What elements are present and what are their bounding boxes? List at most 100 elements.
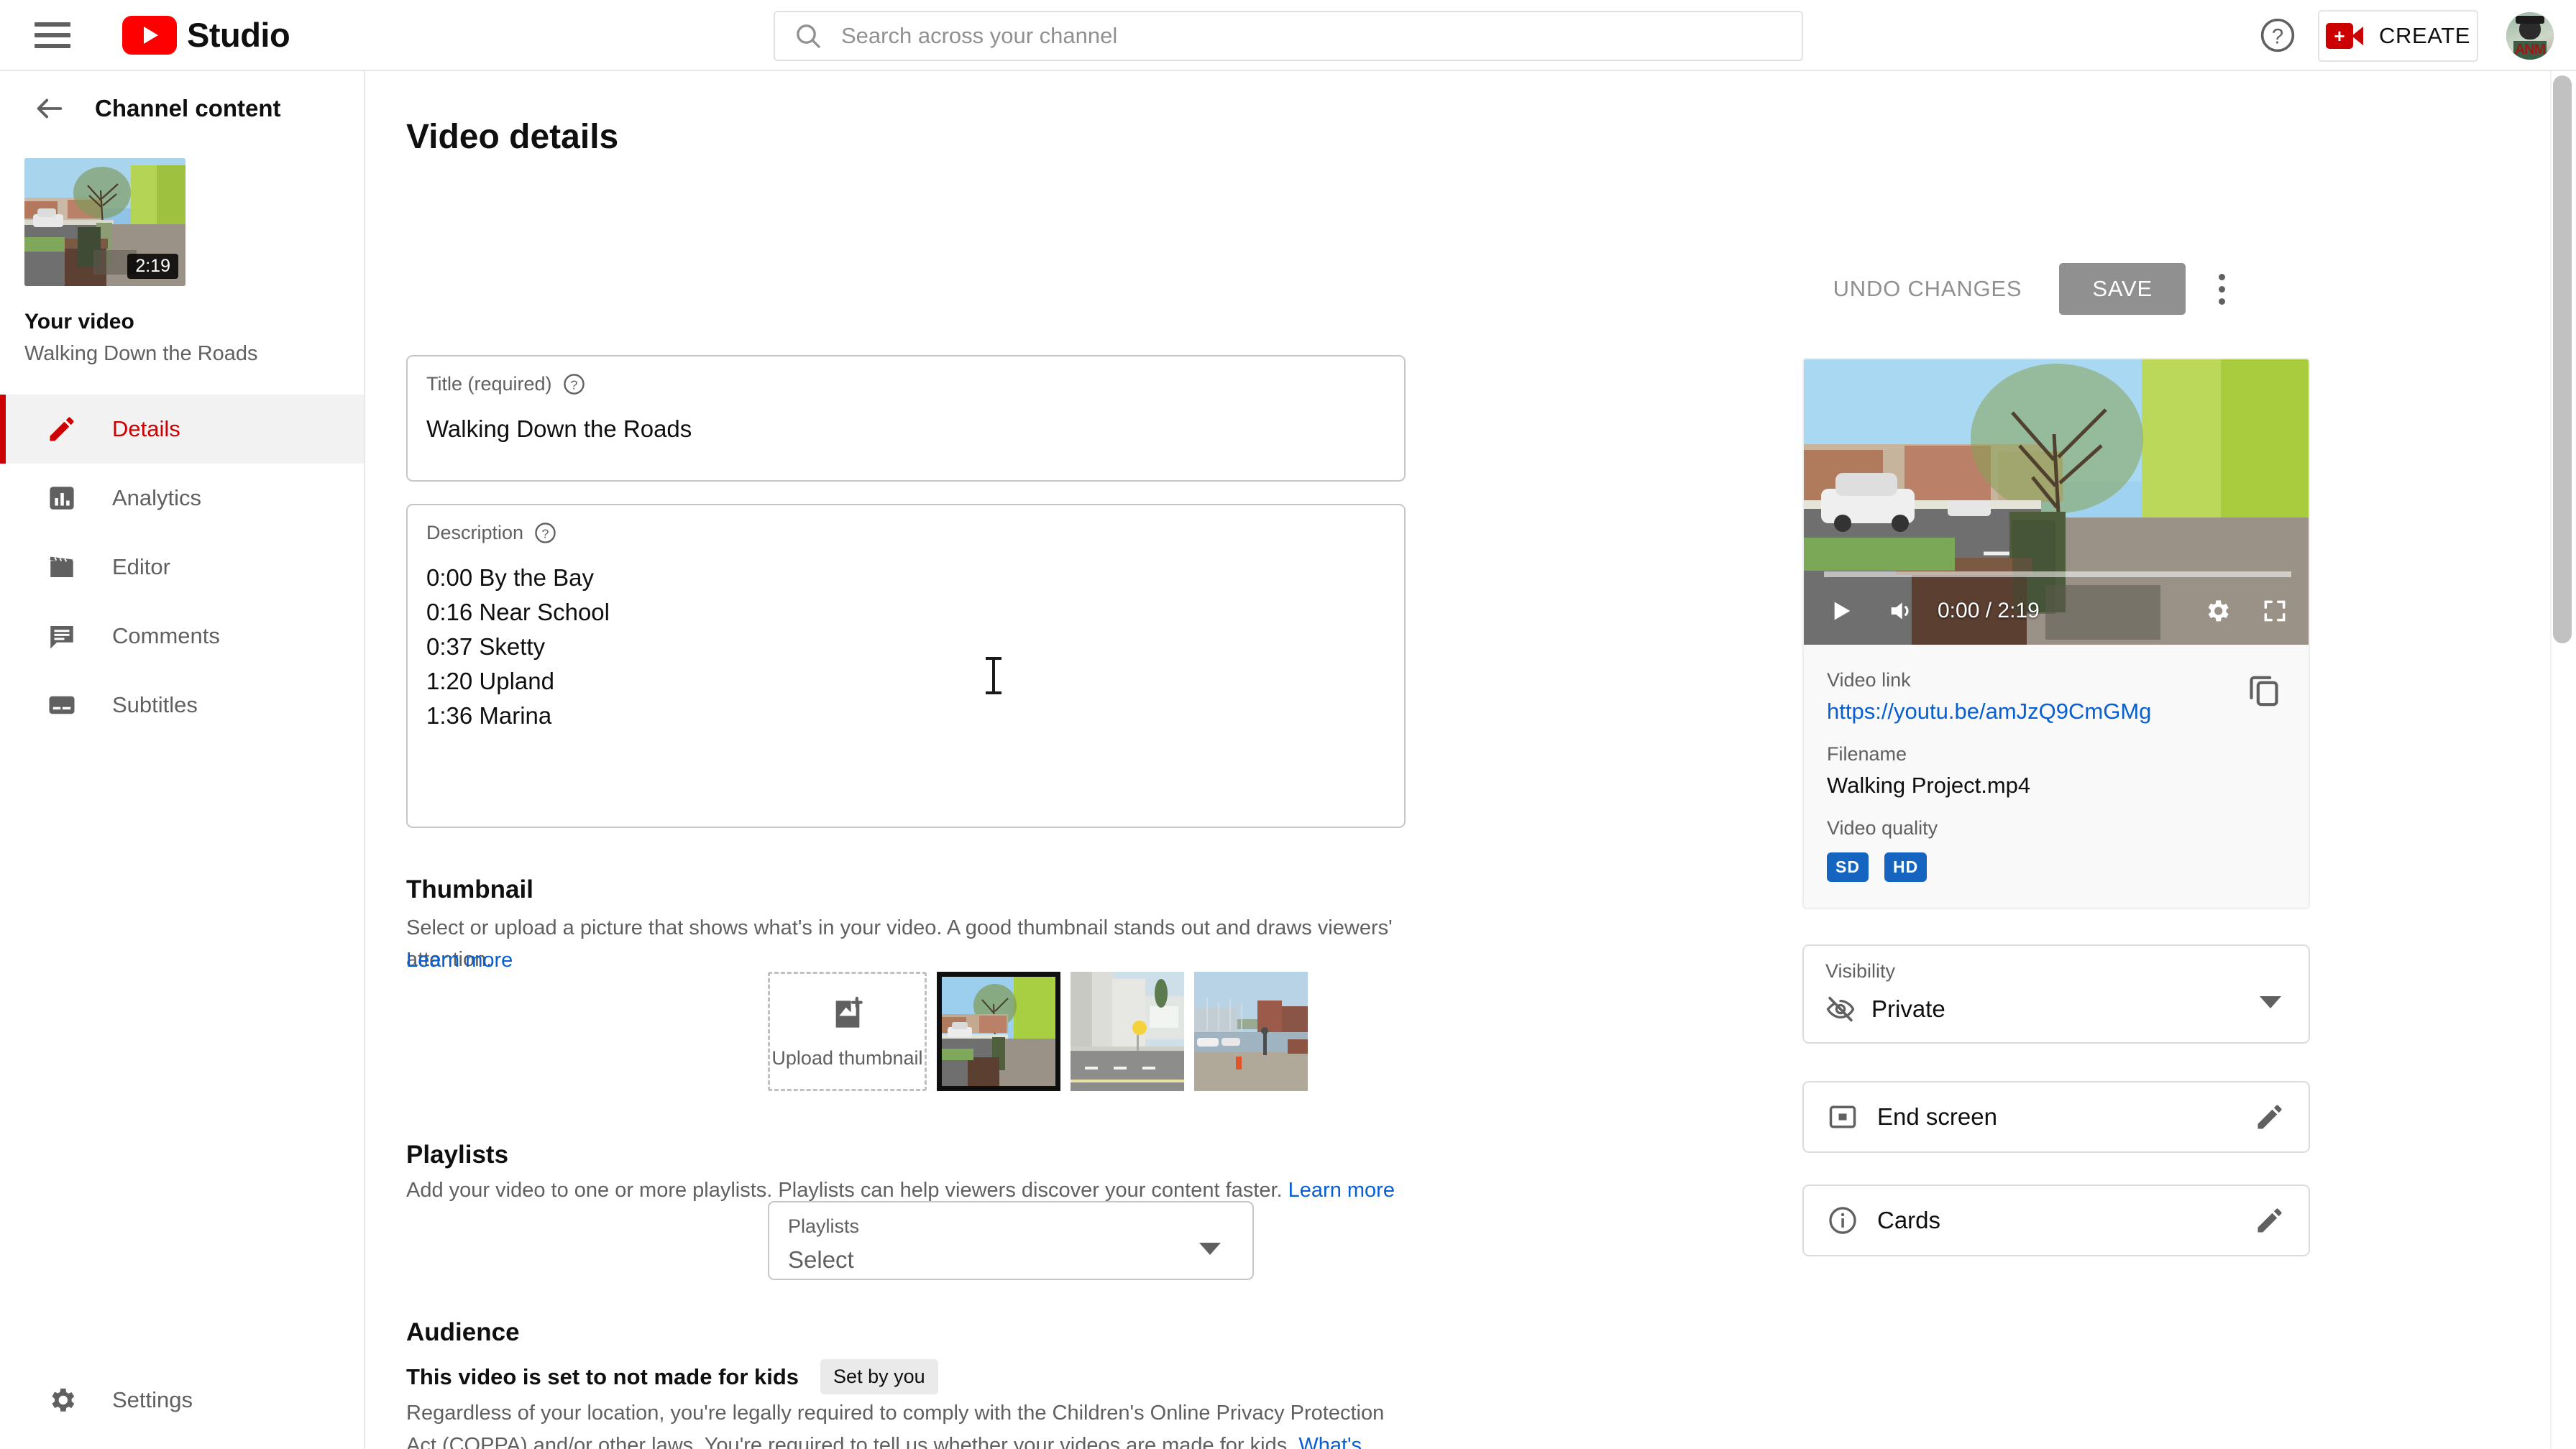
page-scrollbar[interactable] xyxy=(2550,71,2576,1449)
chevron-down-icon xyxy=(2260,996,2281,1008)
sidebar-item-editor[interactable]: Editor xyxy=(0,533,364,602)
seek-bar[interactable] xyxy=(1824,571,2291,577)
description-field[interactable]: Description ? 0:00 By the Bay 0:16 Near … xyxy=(406,504,1406,828)
description-input-value: 0:00 By the Bay 0:16 Near School 0:37 Sk… xyxy=(426,564,610,729)
title-label-text: Title (required) xyxy=(426,373,552,395)
your-video-label: Your video xyxy=(24,310,134,334)
info-circle-icon xyxy=(1829,1207,1856,1234)
thumbnail-option-3[interactable] xyxy=(1194,972,1308,1091)
sidebar-item-comments[interactable]: Comments xyxy=(0,602,364,671)
visibility-value: Private xyxy=(1871,995,1945,1022)
end-screen-label: End screen xyxy=(1877,1103,1997,1130)
help-question-icon[interactable]: ? xyxy=(2258,16,2297,55)
audience-status-line: This video is set to not made for kids S… xyxy=(406,1359,938,1394)
search-icon xyxy=(797,24,820,48)
sidebar-item-details[interactable]: Details xyxy=(0,395,364,464)
description-label-text: Description xyxy=(426,522,524,543)
page-title: Video details xyxy=(406,118,619,156)
kebab-menu-icon[interactable] xyxy=(2201,269,2242,309)
pencil-icon[interactable] xyxy=(2254,1101,2286,1133)
playlists-learn-more-link[interactable]: Learn more xyxy=(1288,1179,1395,1202)
action-bar: UNDO CHANGES SAVE xyxy=(1813,263,2242,315)
play-icon[interactable] xyxy=(1823,593,1858,629)
upload-thumbnail-button[interactable]: Upload thumbnail xyxy=(768,972,927,1091)
thumbnail-learn-more-link[interactable]: Learn more xyxy=(406,944,513,976)
playlists-select-value: Select xyxy=(788,1246,854,1273)
filename-value: Walking Project.mp4 xyxy=(1827,773,2031,798)
sidebar-nav: Details Analytics Editor Comments Subtit… xyxy=(0,395,364,740)
youtube-play-logo-icon xyxy=(122,15,177,55)
sidebar-item-label: Settings xyxy=(112,1387,193,1412)
video-player[interactable]: 0:00 / 2:19 xyxy=(1804,359,2309,645)
thumbnail-option-1[interactable] xyxy=(937,972,1060,1091)
sidebar-item-analytics[interactable]: Analytics xyxy=(0,464,364,533)
building-road-thumbnail xyxy=(1071,972,1184,1091)
back-to-channel-content[interactable]: Channel content xyxy=(0,71,364,146)
youtube-studio-logo[interactable]: Studio xyxy=(122,15,290,55)
title-field[interactable]: Title (required) ? Walking Down the Road… xyxy=(406,355,1406,482)
hd-badge: HD xyxy=(1884,852,1928,882)
sidebar-item-label: Details xyxy=(112,416,180,441)
image-plus-icon xyxy=(835,996,863,1028)
gear-icon xyxy=(45,1383,79,1417)
gear-icon[interactable] xyxy=(2199,593,2235,629)
audience-kid-status: This video is set to not made for kids xyxy=(406,1363,799,1389)
end-screen-card[interactable]: End screen xyxy=(1802,1081,2310,1153)
chevron-down-icon xyxy=(1199,1243,1221,1255)
pencil-icon[interactable] xyxy=(2254,1205,2286,1236)
avatar[interactable]: ANM xyxy=(2506,12,2554,60)
coppa-notice: Regardless of your location, you're lega… xyxy=(406,1397,1413,1449)
sidebar-video-title: Walking Down the Roads xyxy=(24,342,258,365)
cards-card[interactable]: Cards xyxy=(1802,1184,2310,1256)
filename-label: Filename xyxy=(1827,743,1907,765)
create-button[interactable]: + CREATE xyxy=(2318,10,2478,62)
player-time: 0:00 / 2:19 xyxy=(1938,599,2040,622)
playlists-select[interactable]: Playlists Select xyxy=(768,1201,1254,1280)
title-input-value: Walking Down the Roads xyxy=(426,415,692,442)
thumbnail-option-2[interactable] xyxy=(1071,972,1184,1091)
sidebar-item-settings[interactable]: Settings xyxy=(0,1366,193,1435)
sidebar-item-label: Comments xyxy=(112,623,220,648)
fullscreen-icon[interactable] xyxy=(2257,593,2293,629)
playlists-select-label: Playlists xyxy=(788,1215,860,1237)
video-preview-card: 0:00 / 2:19 Video link https://youtu.be/… xyxy=(1802,358,2310,909)
playlists-section-title: Playlists xyxy=(406,1141,509,1169)
visibility-label: Visibility xyxy=(1825,960,1896,982)
video-meta: Video link https://youtu.be/amJzQ9CmGMg … xyxy=(1804,645,2309,882)
thumbnail-row: Upload thumbnail xyxy=(768,972,1308,1091)
svg-text:?: ? xyxy=(570,377,577,392)
visibility-select[interactable]: Visibility Private xyxy=(1802,944,2310,1044)
audience-section-title: Audience xyxy=(406,1318,520,1346)
search-placeholder: Search across your channel xyxy=(841,23,1118,48)
save-button[interactable]: SAVE xyxy=(2059,263,2186,315)
help-question-icon[interactable]: ? xyxy=(533,521,557,545)
undo-changes-button[interactable]: UNDO CHANGES xyxy=(1813,263,2043,315)
sidebar-item-label: Analytics xyxy=(112,485,202,510)
thumbnail-description: Select or upload a picture that shows wh… xyxy=(406,916,1393,971)
sidebar: Channel content 2:19 Your video Walking … xyxy=(0,71,365,1449)
search-input[interactable]: Search across your channel xyxy=(774,11,1803,61)
clapperboard-icon xyxy=(45,550,79,584)
hamburger-menu-icon[interactable] xyxy=(35,16,73,55)
video-link[interactable]: https://youtu.be/amJzQ9CmGMg xyxy=(1827,699,2286,724)
help-question-icon[interactable]: ? xyxy=(562,372,586,396)
youtube-studio-video-details-page: Studio Search across your channel ? + CR… xyxy=(0,0,2576,1449)
main-content: Video details UNDO CHANGES SAVE Title (r… xyxy=(367,71,2576,1449)
scrollbar-thumb[interactable] xyxy=(2553,75,2572,643)
video-link-label: Video link xyxy=(1827,669,1911,691)
cards-label: Cards xyxy=(1877,1207,1941,1233)
copy-icon[interactable] xyxy=(2244,668,2284,709)
sidebar-item-label: Subtitles xyxy=(112,692,198,717)
volume-icon[interactable] xyxy=(1883,593,1919,629)
comment-icon xyxy=(45,619,79,653)
sidebar-item-subtitles[interactable]: Subtitles xyxy=(0,671,364,740)
video-duration-badge: 2:19 xyxy=(127,254,178,279)
description-field-label: Description ? xyxy=(426,521,1385,545)
text-cursor xyxy=(986,657,1001,694)
street-scene-thumbnail xyxy=(942,977,1055,1086)
eye-off-icon xyxy=(1826,996,1855,1022)
studio-wordmark: Studio xyxy=(187,16,290,54)
breadcrumb: Channel content xyxy=(95,95,281,121)
sidebar-video-thumbnail[interactable]: 2:19 xyxy=(24,158,185,286)
thumbnail-section-title: Thumbnail xyxy=(406,875,533,903)
